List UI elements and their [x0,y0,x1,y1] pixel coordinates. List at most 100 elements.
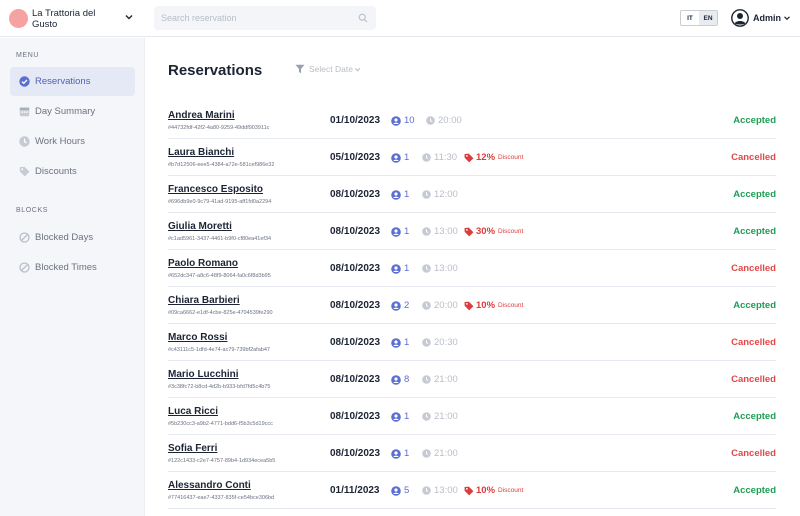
guest-count: 1 [391,337,409,348]
reservation-time-value: 12:00 [434,189,458,200]
table-row: Luca Ricci #5b230cc3-a9b2-4771-bdd6-f5b3… [168,398,776,435]
guest-name-link[interactable]: Sofia Ferri [168,443,217,454]
reservation-time: 13:00 [422,263,458,274]
status-badge: Cancelled [731,448,776,459]
guest-count-value: 8 [404,374,410,385]
discount-badge: 10% Discount [464,300,523,311]
search-input[interactable] [154,13,350,23]
guest-count: 1 [391,152,409,163]
reservation-time: 20:30 [422,337,458,348]
sidebar-item-label: Day Summary [35,106,96,117]
reservation-id: #44732fdf-42f2-4a80-9259-49ddf903911c [168,125,270,131]
blocked-icon [19,232,30,243]
guest-name-link[interactable]: Laura Bianchi [168,147,234,158]
reservation-id: #77416437-eae7-4337-835f-ce54bce306bd [168,495,275,501]
reservation-date: 08/10/2023 [330,411,381,422]
blocked-icon [19,262,30,273]
page-title: Reservations [168,62,263,79]
status-badge: Accepted [733,411,776,422]
sidebar-item-day-summary[interactable]: Day Summary [10,97,135,126]
sidebar-item-blocked-times[interactable]: Blocked Times [10,253,135,282]
language-en-button[interactable]: EN [699,11,717,25]
guest-count-value: 2 [404,300,410,311]
guest-count-value: 1 [404,448,410,459]
clock-icon [422,412,431,421]
reservation-time: 20:00 [422,300,458,311]
guest-count: 8 [391,374,409,385]
restaurant-logo [9,9,28,28]
reservation-date: 08/10/2023 [330,226,381,237]
reservation-time-value: 20:30 [434,337,458,348]
guest-count: 10 [391,115,415,126]
status-badge: Cancelled [731,337,776,348]
guest-count: 1 [391,411,409,422]
language-it-button[interactable]: IT [681,11,699,25]
reservation-time: 13:00 [422,226,458,237]
sidebar-item-work-hours[interactable]: Work Hours [10,127,135,156]
reservation-date: 08/10/2023 [330,300,381,311]
check-circle-icon [19,76,30,87]
reservation-date: 01/10/2023 [330,115,381,126]
reservation-id: #122c1433-c2e7-4757-89b4-1d934ecea5b5 [168,458,276,464]
status-badge: Cancelled [731,263,776,274]
guest-name-link[interactable]: Paolo Romano [168,258,238,269]
date-filter[interactable]: Select Date [295,64,361,74]
guests-icon [391,374,401,385]
discount-percent: 30% [476,226,496,237]
sidebar-item-label: Reservations [35,76,91,87]
sidebar-item-blocked-days[interactable]: Blocked Days [10,223,135,252]
reservation-id: #5b230cc3-a9b2-4771-bdd6-f5b3c5d19ccc [168,421,273,427]
guest-name-link[interactable]: Marco Rossi [168,332,227,343]
table-row: Alessandro Conti #77416437-eae7-4337-835… [168,472,776,509]
guest-name-link[interactable]: Luca Ricci [168,406,218,417]
guest-count: 1 [391,448,409,459]
reservation-time: 21:00 [422,374,458,385]
reservation-time: 20:00 [426,115,462,126]
guest-count-value: 10 [404,115,415,126]
clock-icon [426,116,435,125]
table-row: Marco Rossi #c43111c5-1dfd-4e74-ac79-739… [168,324,776,361]
guest-name-link[interactable]: Alessandro Conti [168,480,251,491]
main-content: Reservations Select Date Andrea Marini #… [145,38,800,516]
table-row: Giulia Moretti #c1ad5961-3437-4461-b9f0-… [168,213,776,250]
guests-icon [391,263,401,274]
discount-label: Discount [498,487,524,494]
status-badge: Accepted [733,189,776,200]
guests-icon [391,115,401,126]
table-row: Andrea Marini #44732fdf-42f2-4a80-9259-4… [168,102,776,139]
reservation-date: 08/10/2023 [330,448,381,459]
guest-name-link[interactable]: Chiara Barbieri [168,295,240,306]
guests-icon [391,300,401,311]
guest-name-link[interactable]: Mario Lucchini [168,369,239,380]
table-row: Laura Bianchi #b7d12506-eee5-4384-a72e-5… [168,139,776,176]
search-icon[interactable] [358,13,368,23]
language-switcher: IT EN [680,10,718,26]
tag-icon [464,153,474,162]
user-menu[interactable]: Admin [731,9,791,27]
sidebar-item-label: Blocked Times [35,262,97,273]
guests-icon [391,189,401,200]
reservation-time-value: 21:00 [434,374,458,385]
discount-badge: 10% Discount [464,485,523,496]
reservation-date: 01/11/2023 [330,485,380,496]
guest-name-link[interactable]: Andrea Marini [168,110,235,121]
guest-name-link[interactable]: Giulia Moretti [168,221,232,232]
guest-count-value: 1 [404,189,410,200]
clock-icon [422,190,431,199]
status-badge: Cancelled [731,152,776,163]
guest-count-value: 1 [404,263,410,274]
guest-count-value: 1 [404,337,410,348]
reservation-time-value: 21:00 [434,448,458,459]
clock-icon [422,449,431,458]
status-badge: Accepted [733,485,776,496]
reservation-time: 11:30 [422,152,457,163]
reservation-list: Andrea Marini #44732fdf-42f2-4a80-9259-4… [168,102,776,509]
tag-icon [464,301,474,310]
sidebar-item-label: Work Hours [35,136,85,147]
guest-name-link[interactable]: Francesco Esposito [168,184,263,195]
status-badge: Cancelled [731,374,776,385]
reservation-date: 08/10/2023 [330,263,381,274]
sidebar-item-reservations[interactable]: Reservations [10,67,135,96]
sidebar-item-discounts[interactable]: Discounts [10,157,135,186]
restaurant-switcher[interactable]: La Trattoria del Gusto [0,0,145,37]
